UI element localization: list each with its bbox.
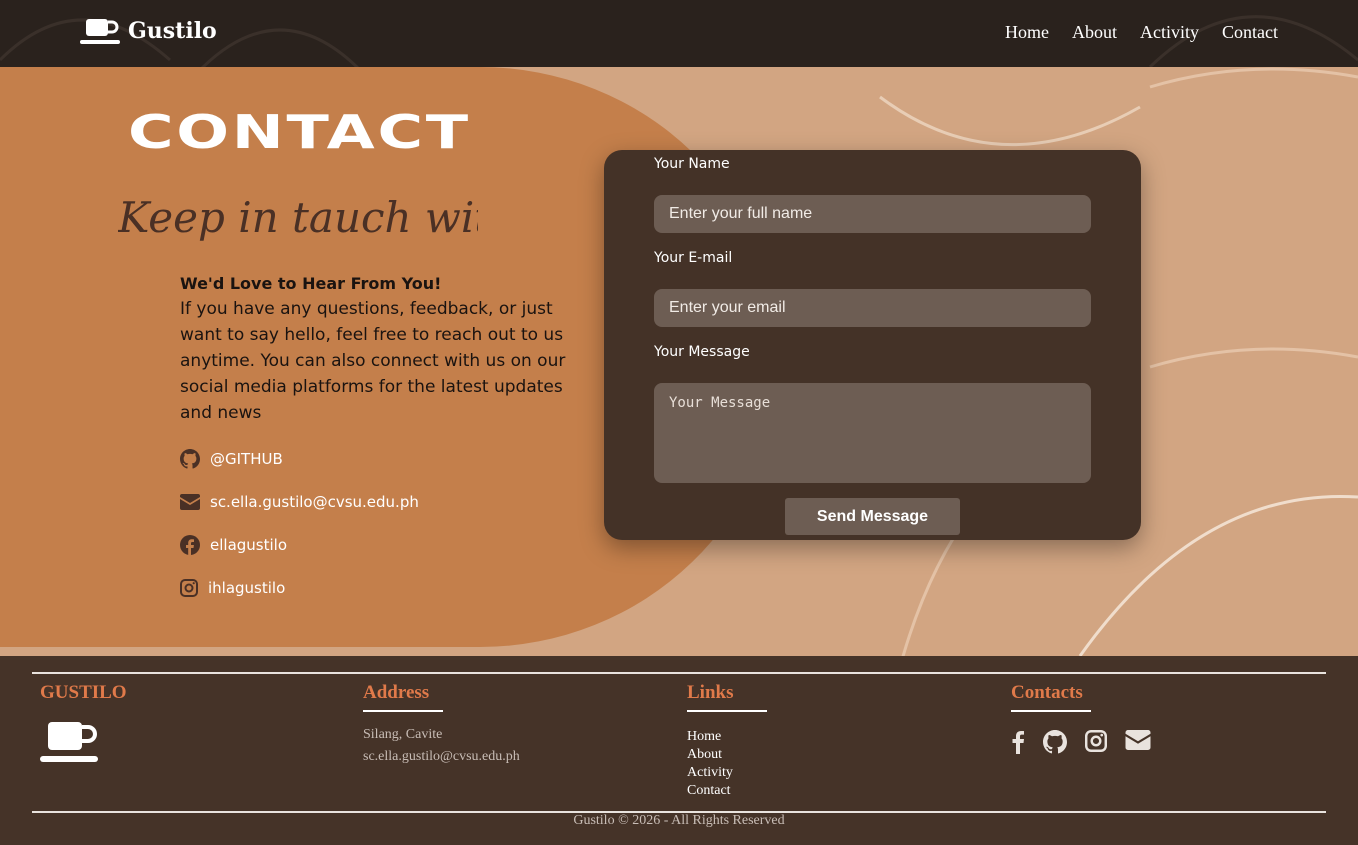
copyright: Gustilo © 2026 - All Rights Reserved (573, 813, 785, 828)
social-instagram[interactable]: ihlagustilo (180, 566, 419, 609)
footer-contacts-heading: Contacts (1011, 682, 1083, 703)
social-facebook-text: ellagustilo (210, 535, 287, 554)
social-list: @GITHUB sc.ella.gustilo@cvsu.edu.ph ella… (180, 437, 419, 609)
email-label: Your E-mail (654, 250, 733, 266)
social-github[interactable]: @GITHUB (180, 437, 419, 480)
nav-link-activity[interactable]: Activity (1140, 22, 1199, 43)
social-instagram-text: ihlagustilo (208, 578, 286, 597)
footer-contacts-column: Contacts (1011, 682, 1151, 754)
send-message-button[interactable]: Send Message (785, 498, 960, 535)
footer: GUSTILO Address Silang, Cavite sc.ella.g… (0, 656, 1358, 845)
footer-link-about[interactable]: About (687, 746, 767, 764)
instagram-icon[interactable] (1085, 730, 1107, 752)
footer-divider-top (32, 672, 1326, 674)
footer-address-underline (363, 710, 443, 712)
facebook-icon[interactable] (1011, 730, 1025, 754)
message-label: Your Message (654, 344, 750, 360)
facebook-icon (180, 534, 200, 555)
footer-contact-icons (1011, 730, 1151, 754)
envelope-icon[interactable] (1125, 730, 1151, 750)
footer-contacts-underline (1011, 710, 1091, 712)
social-github-text: @GITHUB (210, 449, 283, 468)
page-title: CONTACT (128, 105, 471, 159)
nav-link-about[interactable]: About (1072, 22, 1117, 43)
email-input[interactable] (654, 289, 1091, 327)
footer-brand: GUSTILO (40, 682, 127, 703)
footer-links-underline (687, 710, 767, 712)
name-input[interactable] (654, 195, 1091, 233)
footer-address-column: Address Silang, Cavite sc.ella.gustilo@c… (363, 682, 520, 765)
contact-form: Your Name Your E-mail Your Message Send … (604, 150, 1141, 540)
script-tagline: Keep in tauch with me ! (118, 193, 478, 242)
footer-links-column: Links Home About Activity Contact (687, 682, 767, 800)
nav-link-contact[interactable]: Contact (1222, 22, 1278, 43)
social-email[interactable]: sc.ella.gustilo@cvsu.edu.ph (180, 480, 419, 523)
intro-body: If you have any questions, feedback, or … (180, 299, 566, 423)
footer-address-heading: Address (363, 682, 430, 703)
script-tagline-text: Keep in tauch with me ! (118, 193, 478, 242)
envelope-icon (180, 493, 200, 510)
message-input[interactable] (654, 383, 1091, 483)
github-icon[interactable] (1043, 730, 1067, 754)
name-label: Your Name (654, 156, 730, 172)
brand-name: Gustilo (128, 18, 217, 44)
intro-heading: We'd Love to Hear From You! (180, 274, 442, 293)
nav-link-home[interactable]: Home (1005, 22, 1049, 43)
footer-links-heading: Links (687, 682, 734, 703)
instagram-icon (180, 578, 198, 597)
footer-address-email: sc.ella.gustilo@cvsu.edu.ph (363, 749, 520, 764)
coffee-cup-icon (40, 722, 98, 762)
navbar: Gustilo Home About Activity Contact (0, 0, 1358, 67)
brand[interactable]: Gustilo (80, 17, 217, 45)
coffee-cup-icon (80, 19, 120, 44)
footer-brand-column: GUSTILO (40, 682, 127, 768)
footer-link-activity[interactable]: Activity (687, 764, 767, 782)
footer-address-line: Silang, Cavite (363, 727, 443, 742)
social-email-text: sc.ella.gustilo@cvsu.edu.ph (210, 492, 419, 511)
intro-text: We'd Love to Hear From You! If you have … (180, 272, 580, 426)
main-nav: Home About Activity Contact (1005, 22, 1278, 43)
github-icon (180, 448, 200, 469)
contact-section: CONTACT Keep in tauch with me ! We'd Lov… (0, 67, 1358, 656)
social-facebook[interactable]: ellagustilo (180, 523, 419, 566)
footer-link-home[interactable]: Home (687, 728, 767, 746)
footer-link-contact[interactable]: Contact (687, 782, 767, 800)
